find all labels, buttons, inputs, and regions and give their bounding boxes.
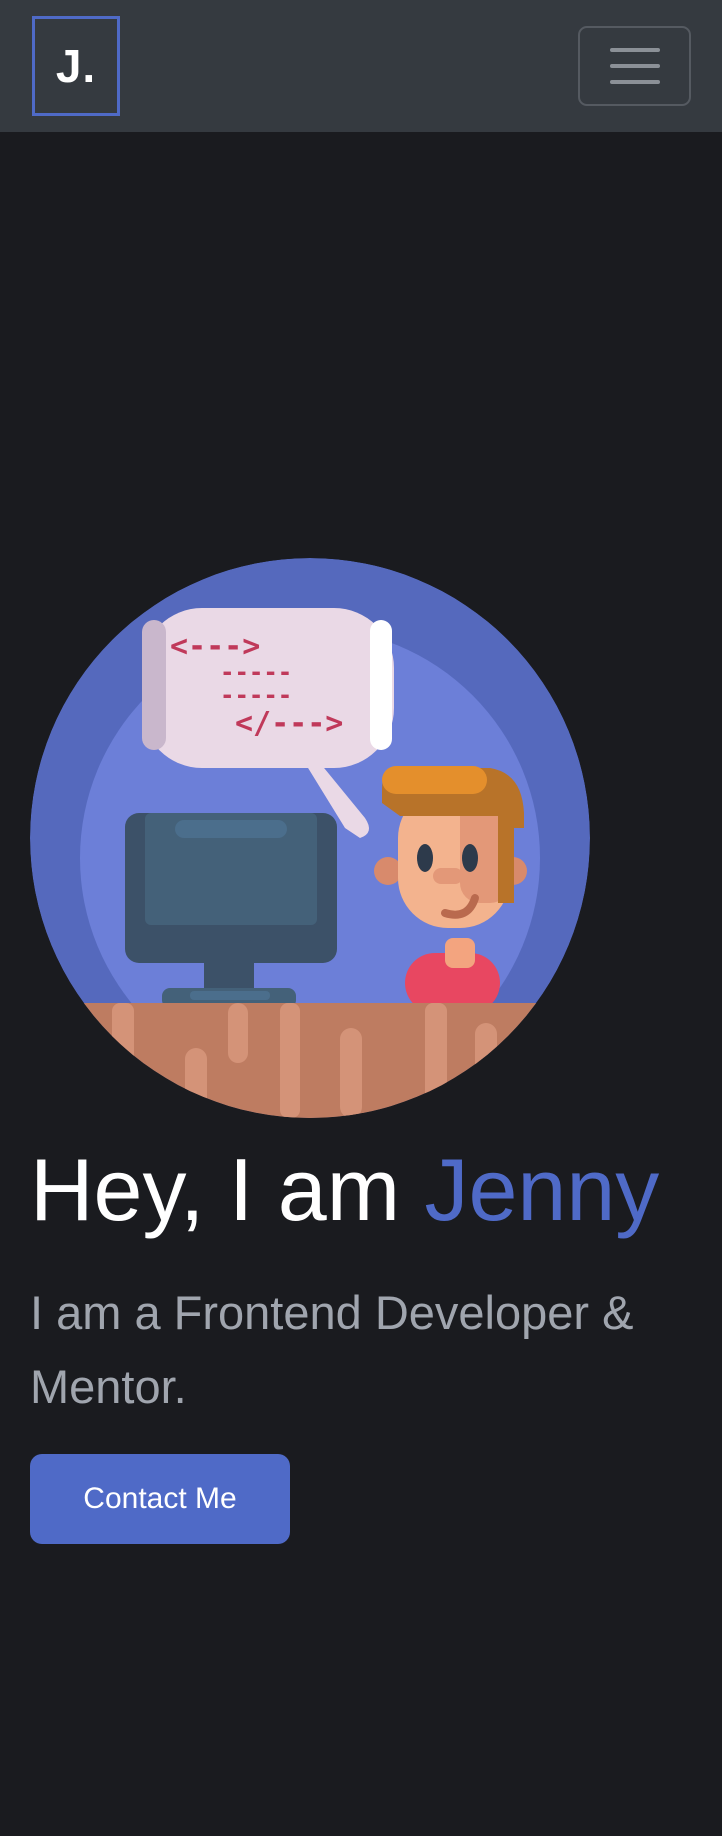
- code-line: -----: [220, 681, 292, 709]
- logo[interactable]: J.: [32, 16, 120, 116]
- desk: [30, 1003, 590, 1118]
- contact-me-button[interactable]: Contact Me: [30, 1454, 290, 1544]
- menu-toggle-button[interactable]: [578, 26, 691, 106]
- hamburger-icon: [609, 48, 660, 52]
- hero-subtitle: I am a Frontend Developer & Mentor.: [30, 1286, 634, 1413]
- developer-at-computer-illustration: <---> ----- ----- </--->: [30, 558, 590, 1118]
- code-line: </--->: [235, 706, 343, 741]
- hamburger-icon: [609, 64, 660, 68]
- hero-headline: Hey, I am Jenny: [30, 1140, 659, 1240]
- hamburger-icon: [609, 80, 660, 84]
- headline-prefix: Hey, I am: [30, 1140, 425, 1239]
- headline-name: Jenny: [424, 1140, 660, 1239]
- navbar: J.: [0, 0, 722, 132]
